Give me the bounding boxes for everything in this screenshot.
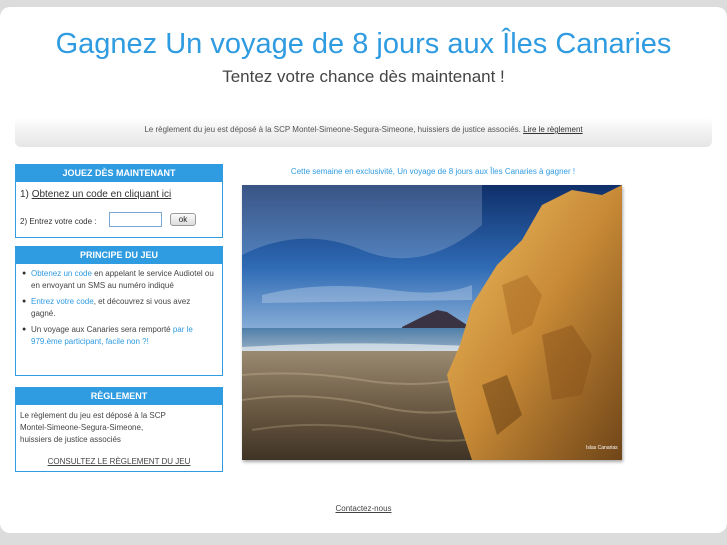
- list-item-text: Un voyage aux Canaries sera remporté: [31, 325, 173, 334]
- principle-list: ● Obtenez un code en appelant le service…: [16, 264, 222, 348]
- game-principle-title: Principe du jeu: [16, 247, 222, 264]
- promo-text: Cette semaine en exclusivité, Un voyage …: [290, 167, 576, 176]
- consult-rules-link[interactable]: CONSULTEZ LE RÈGLEMENT DU JEU: [16, 457, 222, 466]
- rules-line-1: Le règlement du jeu est déposé à la SCP: [20, 411, 166, 420]
- enter-code-link[interactable]: Entrez votre code: [31, 297, 94, 306]
- list-item: ● Entrez votre code, et découvrez si vou…: [22, 296, 216, 320]
- canary-islands-photo: Islas Canarias: [242, 185, 622, 460]
- bullet-icon: ●: [22, 270, 27, 277]
- step2-label: 2) Entrez votre code :: [20, 217, 97, 226]
- notice-text: Le règlement du jeu est déposé à la SCP …: [0, 125, 727, 134]
- play-now-title: Jouez dès maintenant: [16, 165, 222, 182]
- bullet-icon: ●: [22, 298, 27, 305]
- step1-prefix: 1): [20, 189, 29, 200]
- get-code-link[interactable]: Obtenez un code en cliquant ici: [32, 189, 172, 200]
- bullet-icon: ●: [22, 326, 27, 333]
- page-subtitle: Tentez votre chance dès maintenant !: [222, 67, 505, 86]
- ok-button[interactable]: ok: [170, 213, 196, 226]
- get-code-link[interactable]: Obtenez un code: [31, 269, 92, 278]
- islas-canarias-logo: Islas Canarias: [586, 445, 618, 451]
- rules-box: Règlement Le règlement du jeu est déposé…: [15, 387, 223, 472]
- notice-rules-link[interactable]: Lire le règlement: [523, 125, 583, 134]
- rules-line-2: Montel-Simeone-Segura-Simeone,: [20, 423, 144, 432]
- rules-line-3: huissiers de justice associés: [20, 435, 121, 444]
- code-input[interactable]: [109, 212, 162, 227]
- page-title: Gagnez Un voyage de 8 jours aux Îles Can…: [55, 28, 672, 60]
- rules-text: Le règlement du jeu est déposé à la SCP …: [16, 405, 222, 446]
- contact-link[interactable]: Contactez-nous: [0, 504, 727, 513]
- list-item: ● Obtenez un code en appelant le service…: [22, 268, 216, 292]
- notice-message: Le règlement du jeu est déposé à la SCP …: [144, 125, 521, 134]
- play-now-box: Jouez dès maintenant 1) Obtenez un code …: [15, 164, 223, 238]
- game-principle-box: Principe du jeu ● Obtenez un code en app…: [15, 246, 223, 376]
- list-item: ● Un voyage aux Canaries sera remporté p…: [22, 324, 216, 348]
- step1: 1) Obtenez un code en cliquant ici: [20, 189, 171, 200]
- rules-title: Règlement: [16, 388, 222, 405]
